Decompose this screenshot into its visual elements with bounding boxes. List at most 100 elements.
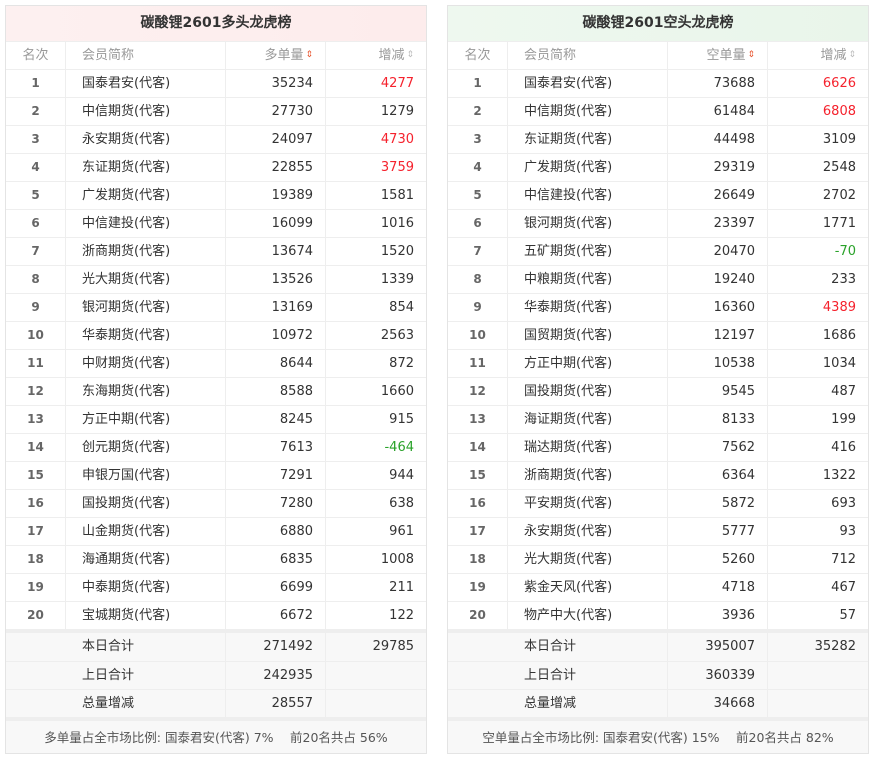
sort-icon[interactable]: ⇕	[406, 42, 414, 69]
summary-spacer	[6, 662, 66, 689]
member-name: 中信期货(代客)	[66, 98, 226, 125]
volume: 8644	[226, 350, 326, 377]
rank: 4	[448, 154, 508, 181]
summary-label: 本日合计	[66, 633, 226, 661]
rank: 13	[448, 406, 508, 433]
table-row: 3 东证期货(代客) 44498 3109	[448, 125, 868, 153]
market-share-footer: 多单量占全市场比例: 国泰君安(代客) 7% 前20名共占 56%	[6, 717, 426, 753]
summary-change	[768, 662, 868, 689]
rank: 12	[6, 378, 66, 405]
change: 1016	[380, 216, 414, 231]
rank: 2	[6, 98, 66, 125]
summary-row: 本日合计 395007 35282	[448, 633, 868, 661]
rank: 10	[6, 322, 66, 349]
member-name: 山金期货(代客)	[66, 518, 226, 545]
change: 1034	[822, 356, 856, 371]
rank: 15	[448, 462, 508, 489]
summary-change: 35282	[814, 639, 856, 654]
rank: 17	[448, 518, 508, 545]
table-row: 9 华泰期货(代客) 16360 4389	[448, 293, 868, 321]
table-row: 5 广发期货(代客) 19389 1581	[6, 181, 426, 209]
header-volume[interactable]: 空单量 ⇕	[668, 42, 768, 69]
change: 2702	[822, 188, 856, 203]
table-row: 12 国投期货(代客) 9545 487	[448, 377, 868, 405]
short-ranking-panel: 碳酸锂2601空头龙虎榜 名次 会员简称 空单量 ⇕ 增减 ⇕ 1 国泰君安(代客)…	[447, 5, 869, 754]
volume: 16360	[668, 294, 768, 321]
header-member: 会员简称	[66, 42, 226, 69]
change: 712	[831, 552, 856, 567]
sort-icon[interactable]: ⇕	[305, 42, 313, 69]
table-row: 4 广发期货(代客) 29319 2548	[448, 153, 868, 181]
member-name: 广发期货(代客)	[508, 154, 668, 181]
rank: 10	[448, 322, 508, 349]
change: 1520	[380, 244, 414, 259]
volume: 6880	[226, 518, 326, 545]
table-row: 2 中信期货(代客) 61484 6808	[448, 97, 868, 125]
volume: 19389	[226, 182, 326, 209]
rank: 8	[6, 266, 66, 293]
long-ranking-panel: 碳酸锂2601多头龙虎榜 名次 会员简称 多单量 ⇕ 增减 ⇕ 1 国泰君安(代客)…	[5, 5, 427, 754]
rank: 12	[448, 378, 508, 405]
change: 693	[831, 496, 856, 511]
change: 4389	[822, 300, 856, 315]
summary-change	[326, 662, 426, 689]
table-row: 16 平安期货(代客) 5872 693	[448, 489, 868, 517]
header-rank: 名次	[6, 42, 66, 69]
volume: 24097	[226, 126, 326, 153]
change: 3759	[380, 160, 414, 175]
volume: 9545	[668, 378, 768, 405]
volume: 7280	[226, 490, 326, 517]
member-name: 国贸期货(代客)	[508, 322, 668, 349]
change: 1008	[380, 552, 414, 567]
volume: 6835	[226, 546, 326, 573]
summary-row: 本日合计 271492 29785	[6, 633, 426, 661]
table-row: 15 申银万国(代客) 7291 944	[6, 461, 426, 489]
table-row: 6 银河期货(代客) 23397 1771	[448, 209, 868, 237]
rank: 13	[6, 406, 66, 433]
member-name: 创元期货(代客)	[66, 434, 226, 461]
header-change-label: 增减	[378, 48, 405, 63]
header-change[interactable]: 增减 ⇕	[326, 42, 426, 69]
change: 1686	[822, 328, 856, 343]
change: 93	[839, 524, 856, 539]
volume: 7291	[226, 462, 326, 489]
table-row: 17 永安期货(代客) 5777 93	[448, 517, 868, 545]
table-row: 19 紫金天风(代客) 4718 467	[448, 573, 868, 601]
change: 1322	[822, 468, 856, 483]
table-row: 14 创元期货(代客) 7613 -464	[6, 433, 426, 461]
rank: 1	[6, 70, 66, 97]
rank: 14	[448, 434, 508, 461]
rank: 16	[448, 490, 508, 517]
table-row: 18 海通期货(代客) 6835 1008	[6, 545, 426, 573]
volume: 7562	[668, 434, 768, 461]
summary-spacer	[448, 633, 508, 661]
volume: 6672	[226, 602, 326, 629]
change: 638	[389, 496, 414, 511]
panel-title: 碳酸锂2601多头龙虎榜	[6, 6, 426, 41]
rank: 1	[448, 70, 508, 97]
volume: 6364	[668, 462, 768, 489]
member-name: 浙商期货(代客)	[508, 462, 668, 489]
sort-icon[interactable]: ⇕	[848, 42, 856, 69]
member-name: 瑞达期货(代客)	[508, 434, 668, 461]
member-name: 平安期货(代客)	[508, 490, 668, 517]
header-volume[interactable]: 多单量 ⇕	[226, 42, 326, 69]
sort-icon[interactable]: ⇕	[747, 42, 755, 69]
header-rank: 名次	[448, 42, 508, 69]
change: 211	[389, 580, 414, 595]
header-change[interactable]: 增减 ⇕	[768, 42, 868, 69]
member-name: 国泰君安(代客)	[66, 70, 226, 97]
table-row: 13 海证期货(代客) 8133 199	[448, 405, 868, 433]
change: 6626	[822, 76, 856, 91]
volume: 6699	[226, 574, 326, 601]
header-volume-label: 多单量	[264, 48, 304, 63]
rank: 15	[6, 462, 66, 489]
member-name: 物产中大(代客)	[508, 602, 668, 629]
rank: 4	[6, 154, 66, 181]
rank: 3	[448, 126, 508, 153]
volume: 19240	[668, 266, 768, 293]
change: 2548	[822, 160, 856, 175]
summary-label: 总量增减	[508, 690, 668, 717]
change: 4277	[380, 76, 414, 91]
volume: 27730	[226, 98, 326, 125]
